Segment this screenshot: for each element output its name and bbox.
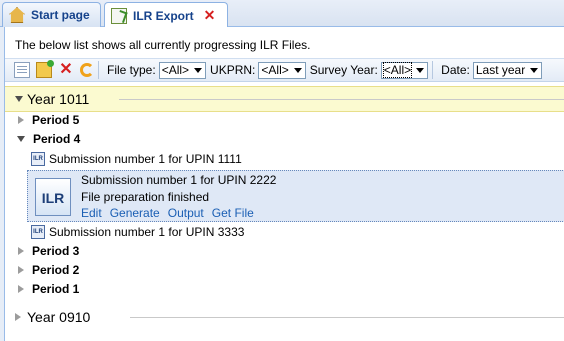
tab-label: ILR Export [133,8,194,23]
date-label: Date: [441,63,470,77]
submission-actions: Edit Generate Output Get File [81,206,254,220]
tab-label: Start page [31,8,90,22]
expanded-arrow-icon[interactable] [17,136,25,142]
date-value: Last year [475,63,526,77]
intro-text: The below list shows all currently progr… [15,38,311,52]
toolbar-separator [432,61,434,79]
date-select[interactable]: Last year [472,61,543,79]
collapsed-arrow-icon[interactable] [15,313,21,321]
period-label: Period 2 [32,263,80,277]
ilr-file-icon: ILR [35,178,71,216]
period-3-node[interactable]: Period 3 [5,241,564,261]
file-type-label: File type: [107,63,156,77]
divider [119,98,564,100]
submission-status: File preparation finished [81,190,210,204]
ilr-file-icon: ILR [31,152,45,166]
divider [130,316,564,318]
ukprn-label: UKPRN: [210,63,256,77]
open-folder-icon[interactable] [36,60,54,78]
submission-item-1111[interactable]: ILR Submission number 1 for UPIN 1111 [5,149,564,169]
file-type-select[interactable]: <All> [158,61,207,79]
chevron-down-icon [527,63,541,78]
period-4-node[interactable]: Period 4 [5,129,564,149]
close-tab-icon[interactable]: ✕ [204,7,216,24]
year-group-0910[interactable]: Year 0910 [5,304,564,330]
submission-label: Submission number 1 for UPIN 1111 [49,152,242,166]
survey-year-select[interactable]: <All> [380,61,429,79]
toolbar-separator [98,61,99,79]
year-title: Year 0910 [27,309,91,325]
ukprn-select[interactable]: <All> [258,61,306,79]
get-file-link[interactable]: Get File [212,206,254,220]
tab-start-page[interactable]: Start page [2,2,101,27]
tab-strip: Start page ILR Export ✕ [0,0,564,28]
tab-ilr-export[interactable]: ILR Export ✕ [104,2,228,28]
chevron-down-icon [191,63,205,78]
chevron-down-icon [413,63,427,78]
new-file-icon[interactable] [14,62,30,78]
survey-year-label: Survey Year: [309,63,378,77]
submission-label: Submission number 1 for UPIN 3333 [49,225,245,239]
collapsed-arrow-icon[interactable] [18,247,24,255]
period-label: Period 3 [32,244,80,258]
submission-title: Submission number 1 for UPIN 2222 [81,173,277,187]
home-icon [9,7,25,23]
period-2-node[interactable]: Period 2 [5,260,564,280]
chevron-down-icon [291,63,305,78]
expanded-arrow-icon[interactable] [15,96,23,102]
survey-year-value: <All> [382,62,413,78]
year-group-1011[interactable]: Year 1011 [5,86,564,112]
selected-submission-card[interactable]: ILR Submission number 1 for UPIN 2222 Fi… [27,170,564,222]
export-icon [111,7,127,24]
period-label: Period 1 [32,282,80,296]
collapsed-arrow-icon[interactable] [18,266,24,274]
submission-item-3333[interactable]: ILR Submission number 1 for UPIN 3333 [5,222,564,242]
year-title: Year 1011 [27,91,90,107]
generate-link[interactable]: Generate [110,206,160,220]
output-link[interactable]: Output [168,206,204,220]
period-label: Period 4 [33,132,81,146]
period-1-node[interactable]: Period 1 [5,279,564,299]
file-type-value: <All> [161,63,190,77]
collapsed-arrow-icon[interactable] [18,116,24,124]
period-5-node[interactable]: Period 5 [5,110,564,130]
period-label: Period 5 [32,113,80,127]
delete-icon[interactable]: ✕ [58,62,74,78]
main-panel: The below list shows all currently progr… [4,27,564,341]
ilr-file-icon: ILR [31,225,45,239]
edit-link[interactable]: Edit [81,206,102,220]
toolbar: ✕ File type: <All> UKPRN: <All> Survey Y… [5,58,564,82]
collapsed-arrow-icon[interactable] [18,285,24,293]
refresh-icon[interactable] [80,63,94,77]
ukprn-value: <All> [261,63,289,77]
